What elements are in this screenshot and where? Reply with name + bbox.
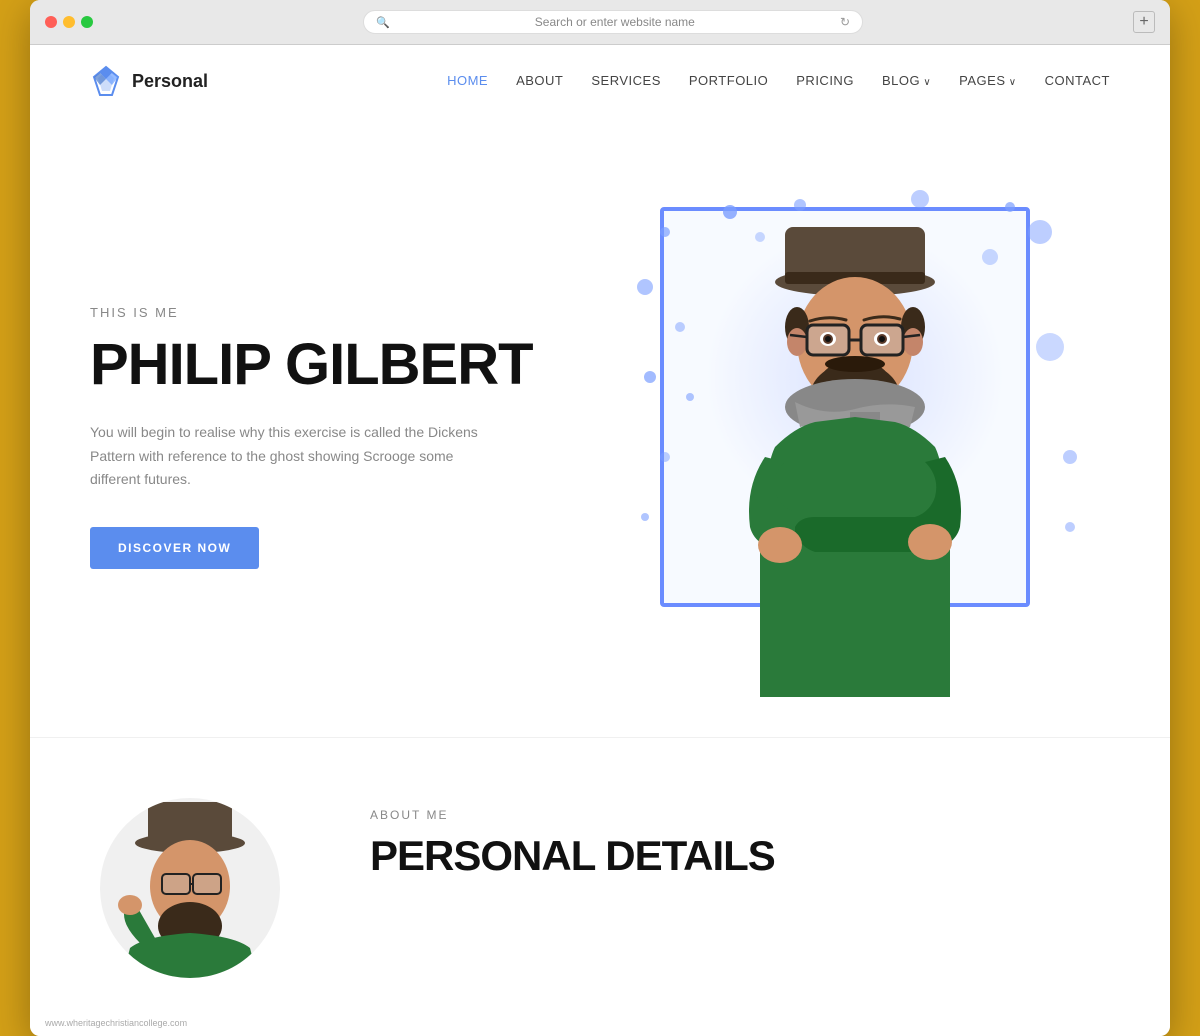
about-eyebrow: ABOUT ME bbox=[370, 808, 1110, 822]
nav-item-home[interactable]: HOME bbox=[447, 72, 488, 90]
address-text: Search or enter website name bbox=[396, 15, 834, 29]
nav-item-pages[interactable]: PAGES bbox=[959, 72, 1016, 90]
nav-item-about[interactable]: ABOUT bbox=[516, 72, 563, 90]
minimize-button[interactable] bbox=[63, 16, 75, 28]
footer-url: www.wheritagechristiancollege.com bbox=[45, 1018, 187, 1028]
hero-image-area bbox=[600, 177, 1110, 697]
nav-links: HOME ABOUT SERVICES PORTFOLIO PRICING BL… bbox=[447, 72, 1110, 90]
nav-item-services[interactable]: SERVICES bbox=[591, 72, 661, 90]
nav-link-home[interactable]: HOME bbox=[447, 73, 488, 88]
hero-description: You will begin to realise why this exerc… bbox=[90, 421, 490, 492]
hero-name: PHILIP GILBERT bbox=[90, 335, 600, 396]
browser-dots bbox=[45, 16, 93, 28]
discover-now-button[interactable]: DISCOVER NOW bbox=[90, 527, 259, 569]
close-button[interactable] bbox=[45, 16, 57, 28]
nav-link-pages[interactable]: PAGES bbox=[959, 73, 1016, 88]
maximize-button[interactable] bbox=[81, 16, 93, 28]
hero-content: THIS IS ME PHILIP GILBERT You will begin… bbox=[90, 305, 600, 569]
logo-area[interactable]: Personal bbox=[90, 65, 208, 97]
footer-bar: www.wheritagechristiancollege.com bbox=[30, 1008, 1170, 1036]
about-section: ABOUT ME PERSONAL DETAILS bbox=[30, 737, 1170, 1008]
nav-item-pricing[interactable]: PRICING bbox=[796, 72, 854, 90]
about-image-area bbox=[90, 798, 290, 978]
nav-link-services[interactable]: SERVICES bbox=[591, 73, 661, 88]
nav-link-contact[interactable]: CONTACT bbox=[1045, 73, 1110, 88]
logo-text: Personal bbox=[132, 71, 208, 92]
about-avatar bbox=[100, 798, 280, 978]
refresh-icon[interactable]: ↻ bbox=[840, 15, 850, 29]
nav-link-pricing[interactable]: PRICING bbox=[796, 73, 854, 88]
person-figure bbox=[695, 187, 1015, 697]
website-content: Personal HOME ABOUT SERVICES PORTFOLIO P… bbox=[30, 45, 1170, 1008]
nav-item-portfolio[interactable]: PORTFOLIO bbox=[689, 72, 768, 90]
new-tab-button[interactable]: + bbox=[1133, 11, 1155, 33]
nav-item-blog[interactable]: BLOG bbox=[882, 72, 931, 90]
about-content: ABOUT ME PERSONAL DETAILS bbox=[370, 798, 1110, 880]
logo-icon bbox=[90, 65, 122, 97]
nav-item-contact[interactable]: CONTACT bbox=[1045, 72, 1110, 90]
browser-chrome: 🔍 Search or enter website name ↻ + bbox=[30, 0, 1170, 45]
about-person-mini-svg bbox=[100, 798, 280, 978]
search-icon: 🔍 bbox=[376, 16, 390, 29]
nav-link-portfolio[interactable]: PORTFOLIO bbox=[689, 73, 768, 88]
nav-link-about[interactable]: ABOUT bbox=[516, 73, 563, 88]
hero-section: THIS IS ME PHILIP GILBERT You will begin… bbox=[30, 117, 1170, 737]
navbar: Personal HOME ABOUT SERVICES PORTFOLIO P… bbox=[30, 45, 1170, 117]
address-bar[interactable]: 🔍 Search or enter website name ↻ bbox=[363, 10, 863, 34]
hero-eyebrow: THIS IS ME bbox=[90, 305, 600, 320]
about-title: PERSONAL DETAILS bbox=[370, 832, 1110, 880]
nav-link-blog[interactable]: BLOG bbox=[882, 73, 931, 88]
browser-frame: 🔍 Search or enter website name ↻ + Perso… bbox=[30, 0, 1170, 1036]
